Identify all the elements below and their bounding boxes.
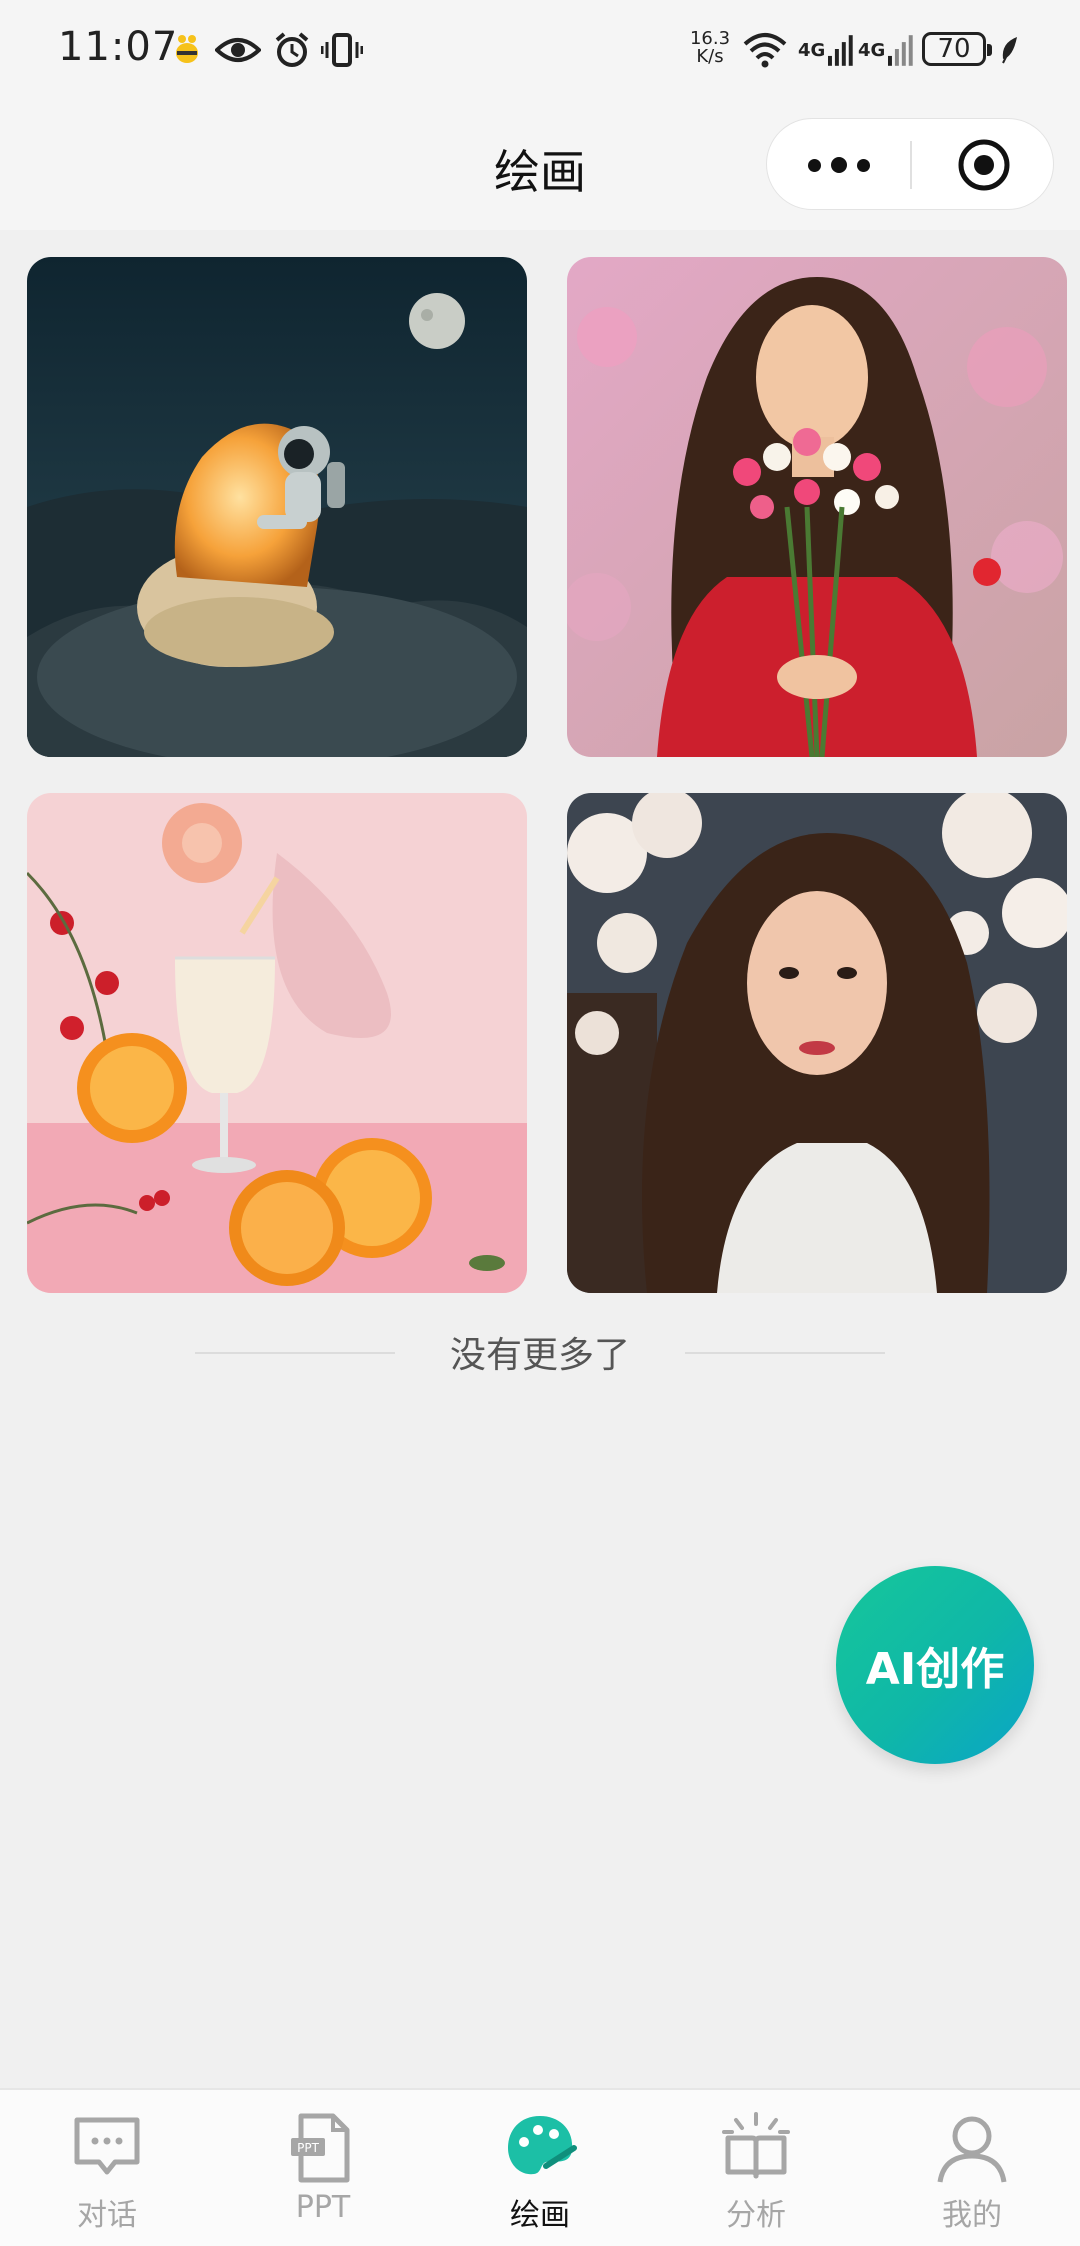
bottom-tab-bar: 对话 PPT PPT 绘画 分析 我的 (0, 2088, 1080, 2246)
list-end-indicator: 没有更多了 (0, 1320, 1080, 1380)
more-dots-icon (807, 158, 821, 172)
svg-text:PPT: PPT (297, 2141, 319, 2155)
net-speed-unit: K/s (696, 46, 724, 67)
signal-icon: 4G (858, 28, 914, 72)
net-speed: 16.3 K/s (686, 30, 734, 66)
tab-ppt[interactable]: PPT PPT (243, 2108, 403, 2238)
close-button[interactable] (912, 119, 1055, 211)
milk-glass-oranges-image (27, 793, 527, 1293)
mini-program-capsule (766, 118, 1054, 210)
status-bar: 11:07 16.3 K/s 4G 4G 70 (0, 0, 1080, 100)
tab-draw-label: 绘画 (510, 2198, 570, 2233)
profile-icon (937, 2116, 1007, 2183)
wifi-icon (740, 28, 790, 72)
tab-ppt-label: PPT (295, 2190, 351, 2225)
signal-label: 4G (798, 39, 826, 61)
gallery-item-woman-blossoms[interactable] (567, 793, 1067, 1293)
ppt-file-icon: PPT (291, 2113, 350, 2183)
eye-icon (214, 28, 262, 72)
alarm-icon (272, 28, 312, 72)
more-button[interactable] (767, 119, 910, 211)
battery-icon: 70 (922, 32, 992, 66)
book-analysis-icon (722, 2112, 790, 2179)
tab-profile-label: 我的 (942, 2198, 1002, 2233)
end-line-right (685, 1352, 885, 1354)
vibrate-icon (320, 28, 364, 72)
tab-chat[interactable]: 对话 (27, 2108, 187, 2238)
status-time: 11:07 (58, 24, 179, 70)
tab-profile[interactable]: 我的 (892, 2108, 1052, 2238)
tab-draw[interactable]: 绘画 (460, 2108, 620, 2238)
tab-analysis[interactable]: 分析 (676, 2108, 836, 2238)
woman-with-blossoms-image (567, 793, 1067, 1293)
tab-chat-label: 对话 (77, 2198, 137, 2233)
target-close-icon (958, 139, 1009, 191)
palette-icon (508, 2116, 577, 2175)
tab-analysis-label: 分析 (726, 2198, 786, 2233)
no-more-text: 没有更多了 (449, 1335, 630, 1376)
page-header: 绘画 (0, 100, 1080, 230)
gallery-item-milk-oranges[interactable] (27, 793, 527, 1293)
chat-icon (74, 2117, 140, 2175)
ai-create-button[interactable]: AI创作 (836, 1566, 1034, 1764)
girl-with-flowers-image (567, 257, 1067, 757)
astronaut-egg-image (27, 257, 527, 757)
bee-icon (170, 28, 204, 72)
gallery-item-astronaut[interactable] (27, 257, 527, 757)
signal-label: 4G (858, 39, 886, 61)
leaf-icon (998, 28, 1022, 72)
signal-icon: 4G (798, 28, 854, 72)
gallery-item-flower-girl[interactable] (567, 257, 1067, 757)
